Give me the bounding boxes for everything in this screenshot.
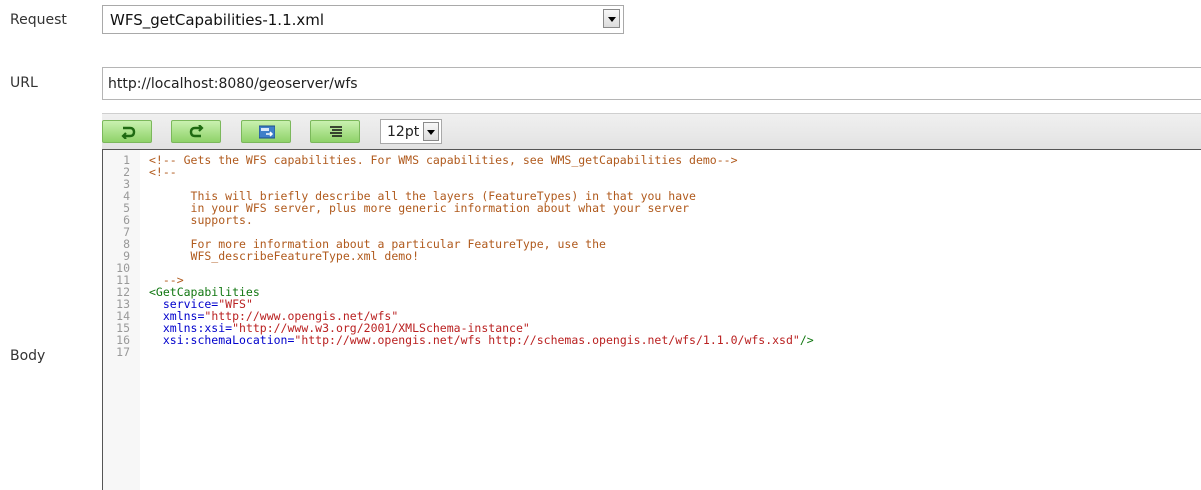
code-line: 10 [103,262,1201,274]
code-token: "http://www.opengis.net/wfs http://schem… [294,333,800,347]
code-editor[interactable]: 1 <!-- Gets the WFS capabilities. For WMS… [102,149,1201,490]
code-token: <!-- [149,165,177,179]
font-size-select[interactable]: 12pt [380,119,442,144]
url-input-value: http://localhost:8080/geoserver/wfs [108,76,358,92]
code-line: 6 supports. [103,214,1201,226]
line-number: 17 [116,345,130,359]
chevron-down-icon[interactable] [603,9,620,28]
undo-button[interactable] [102,120,152,143]
code-text: WFS_describeFeatureType.xml demo! [149,249,420,263]
editor-toolbar: 12pt [102,113,1201,150]
request-label: Request [10,12,67,28]
code-line: 12 <GetCapabilities [103,286,1201,298]
body-label: Body [10,348,46,364]
code-line: 17 [103,346,1201,358]
redo-button[interactable] [171,120,221,143]
code-token: xsi:schemaLocation= [149,333,295,347]
code-text: supports. [149,214,253,226]
validate-icon [259,125,275,139]
code-line: 1 <!-- Gets the WFS capabilities. For WMS… [103,154,1201,166]
undo-icon [121,126,136,139]
validate-button[interactable] [241,120,291,143]
code-text: <!-- Gets the WFS capabilities. For WMS … [149,154,738,166]
code-line: 11 --> [103,274,1201,286]
code-token: <!-- Gets the WFS capabilities. For WMS … [149,153,738,167]
format-button[interactable] [310,120,360,143]
request-select[interactable]: WFS_getCapabilities-1.1.xml [102,5,624,34]
code-line: 9 WFS_describeFeatureType.xml demo! [103,250,1201,262]
url-input[interactable]: http://localhost:8080/geoserver/wfs [102,67,1201,100]
code-text: <!-- [149,166,177,178]
code-token: WFS_describeFeatureType.xml demo! [149,249,420,263]
format-icon [330,126,342,137]
code-text: xsi:schemaLocation="http://www.opengis.n… [149,334,814,346]
chevron-down-icon[interactable] [423,122,439,141]
code-line: 2 <!-- [103,166,1201,178]
font-size-value: 12pt [387,124,420,140]
redo-icon [189,125,204,138]
url-label: URL [10,75,38,91]
code-line: 16 xsi:schemaLocation="http://www.opengi… [103,334,1201,346]
code-token: supports. [149,213,253,227]
request-select-value: WFS_getCapabilities-1.1.xml [110,11,325,29]
code-line: 5 in your WFS server, plus more generic … [103,202,1201,214]
code-token: /> [799,333,814,347]
